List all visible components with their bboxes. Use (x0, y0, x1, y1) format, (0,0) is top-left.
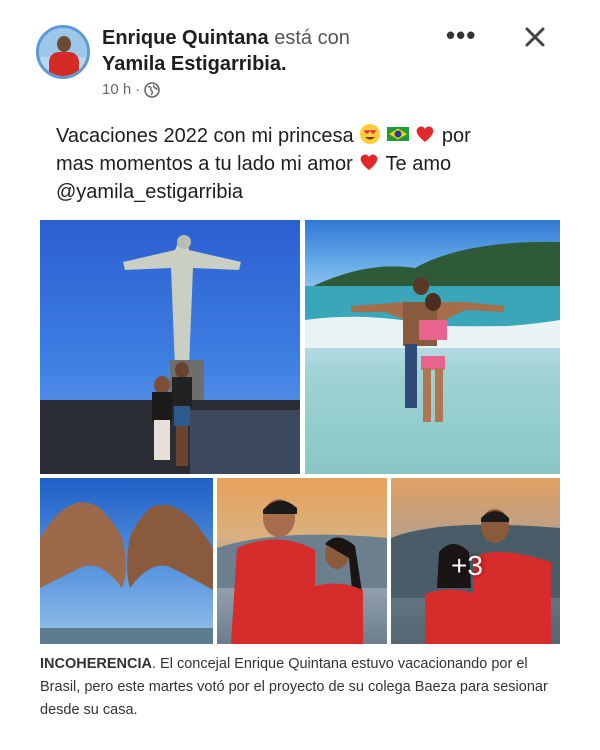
photo-christ-redeemer[interactable] (40, 220, 300, 474)
caption-line1: Vacaciones 2022 con mi princesa (56, 125, 354, 147)
tagged-user-line: Yamila Estigarribia. (102, 53, 287, 75)
photo-couple-sunset[interactable] (217, 478, 387, 644)
caption-line2-end: Te amo (385, 153, 452, 175)
close-icon[interactable] (520, 22, 550, 52)
caption-line1-end: por (441, 125, 471, 147)
brazil-flag-emoji-icon (386, 127, 409, 141)
more-options-icon[interactable]: ••• (446, 20, 476, 51)
author-name[interactable]: Enrique Quintana (102, 27, 269, 49)
photo-heart-hands[interactable] (40, 478, 213, 644)
caption-mention[interactable]: @yamila_estigarribia (56, 181, 243, 203)
news-caption-bold: INCOHERENCIA (40, 656, 152, 672)
photo-couple-mountains[interactable]: +3 (391, 478, 560, 644)
with-text: está con (274, 27, 350, 49)
tagged-user-name[interactable]: Yamila Estigarribia (102, 53, 281, 75)
more-photos-count[interactable]: +3 (451, 550, 483, 582)
post-header-line: Enrique Quintana está con (102, 26, 350, 50)
red-heart-emoji-icon (360, 154, 378, 170)
globe-icon (144, 81, 161, 98)
author-avatar[interactable] (36, 25, 90, 79)
caption-line2: mas momentos a tu lado mi amor (56, 153, 353, 175)
red-heart-emoji-icon (416, 126, 434, 142)
heart-eyes-emoji-icon (360, 124, 381, 144)
post-time[interactable]: 10 h (102, 81, 131, 98)
photo-beach[interactable] (305, 220, 560, 474)
post-meta: 10 h · (102, 81, 161, 98)
news-caption: INCOHERENCIA. El concejal Enrique Quinta… (40, 653, 560, 722)
post-caption: Vacaciones 2022 con mi princesa por mas … (56, 122, 556, 206)
meta-separator: · (135, 81, 141, 98)
